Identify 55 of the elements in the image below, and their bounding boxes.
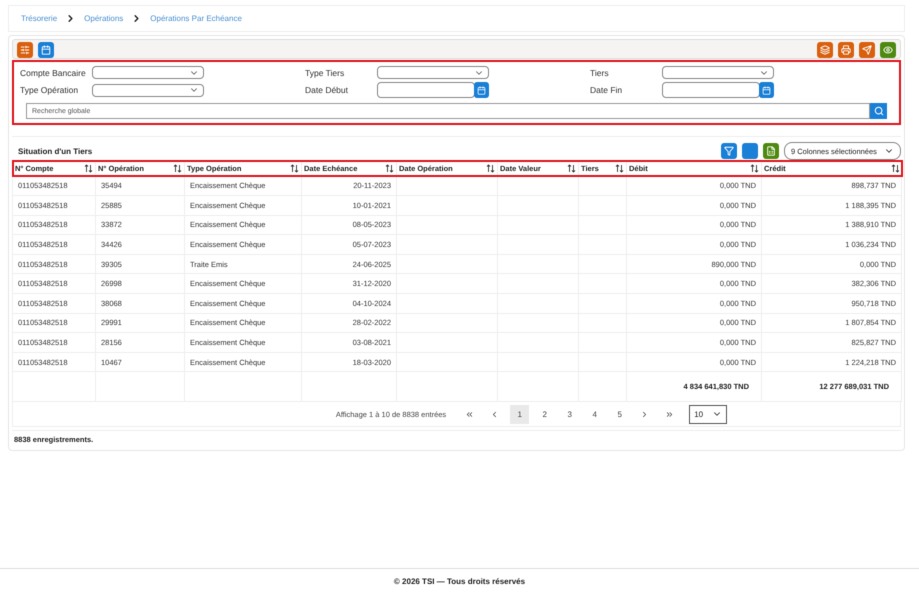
sort-icon[interactable]: [173, 164, 182, 173]
sort-icon[interactable]: [290, 164, 299, 173]
table-title: Situation d'un Tiers: [18, 146, 92, 156]
stack-icon: [820, 45, 830, 55]
sliders-icon: [20, 45, 30, 55]
select-field[interactable]: [662, 66, 774, 79]
page-button[interactable]: 3: [560, 404, 580, 424]
page-button[interactable]: 4: [585, 404, 604, 424]
printer-button[interactable]: [838, 42, 854, 58]
search-icon: [874, 106, 884, 116]
double-chevron-right-icon: [665, 410, 674, 419]
sort-icon[interactable]: [84, 164, 93, 173]
send-icon: [862, 45, 872, 55]
date-field[interactable]: [377, 82, 475, 98]
spreadsheet-icon: [766, 146, 776, 156]
calendar-icon: [477, 86, 486, 94]
filter-label: Date Début: [305, 85, 349, 95]
select-field[interactable]: [377, 66, 489, 79]
select-field[interactable]: [92, 84, 204, 96]
eye-icon: [883, 45, 893, 55]
send-button[interactable]: [859, 42, 875, 58]
page-size-select[interactable]: 10: [689, 404, 728, 424]
filter-label: Type Tiers: [305, 68, 346, 78]
blank-button[interactable]: [742, 143, 758, 159]
breadcrumb-link[interactable]: Opérations Par Echéance: [150, 14, 242, 23]
spreadsheet-button[interactable]: [763, 143, 779, 159]
filter-label: Date Fin: [590, 85, 624, 95]
filter-button[interactable]: [721, 143, 737, 159]
sort-icon[interactable]: [615, 164, 624, 173]
filter-icon: [724, 146, 734, 156]
page-button[interactable]: 5: [610, 404, 630, 424]
sort-icon[interactable]: [890, 164, 900, 173]
calendar-button[interactable]: [759, 82, 774, 98]
printer-icon: [841, 45, 851, 55]
sort-icon[interactable]: [567, 164, 576, 173]
calendar-button[interactable]: [474, 82, 489, 98]
select-field[interactable]: [92, 66, 204, 79]
footer-text: © 2026 TSI — Tous droits réservés: [394, 576, 526, 586]
eye-button[interactable]: [880, 42, 896, 58]
date-field[interactable]: [662, 82, 760, 98]
double-chevron-left-icon: [465, 410, 474, 419]
calendar-button[interactable]: [38, 42, 54, 58]
filter-label: Tiers: [590, 68, 610, 78]
filter-label: Type Opération: [20, 85, 80, 95]
calendar-icon: [762, 86, 771, 94]
search-button[interactable]: [870, 103, 887, 119]
calendar-icon: [41, 45, 51, 55]
filter-label: Compte Bancaire: [20, 68, 87, 78]
stack-button[interactable]: [817, 42, 833, 58]
sliders-button[interactable]: [17, 42, 33, 58]
page-button[interactable]: 2: [535, 404, 554, 424]
sort-icon[interactable]: [750, 164, 759, 173]
sort-icon[interactable]: [486, 164, 495, 173]
page-button[interactable]: 1: [510, 404, 530, 424]
sort-icon[interactable]: [385, 164, 394, 173]
